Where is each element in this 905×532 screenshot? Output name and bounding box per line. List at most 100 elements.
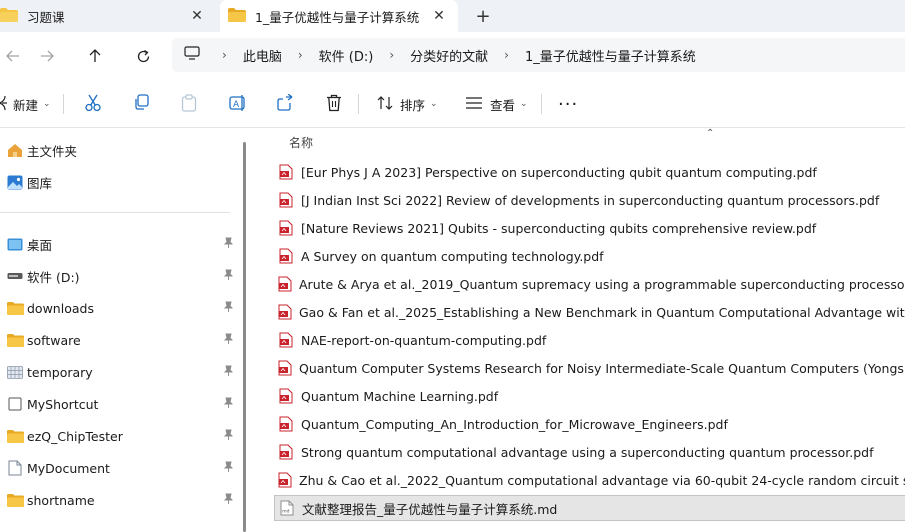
rename-button[interactable]: A <box>229 88 247 120</box>
file-row[interactable]: Gao & Fan et al._2025_Establishing a New… <box>274 299 905 325</box>
sidebar-item-label: 软件 (D:) <box>27 269 80 285</box>
sort-label: 排序 <box>400 97 426 113</box>
breadcrumb-item[interactable]: 分类好的文献 <box>406 46 492 65</box>
address-bar[interactable]: › 此电脑 › 软件 (D:) › 分类好的文献 › 1_量子优越性与量子计算系… <box>172 38 905 72</box>
file-row[interactable]: Strong quantum computational advantage u… <box>274 439 905 465</box>
sidebar-item-drive-d[interactable]: 软件 (D:) <box>0 262 240 290</box>
clipboard-icon <box>181 93 197 115</box>
sidebar-item-label: software <box>27 332 81 348</box>
list-view-icon <box>466 96 482 112</box>
file-row[interactable]: A Survey on quantum computing technology… <box>274 243 905 269</box>
share-icon <box>277 93 295 114</box>
pin-icon[interactable] <box>222 461 234 476</box>
file-name: Quantum Computer Systems Research for No… <box>299 360 905 376</box>
file-name: Gao & Fan et al._2025_Establishing a New… <box>299 304 905 320</box>
file-row[interactable]: Zhu & Cao et al._2022_Quantum computatio… <box>274 467 905 493</box>
sidebar-divider <box>0 212 230 213</box>
sidebar-item-ezq-chiptester[interactable]: ezQ_ChipTester <box>0 422 240 450</box>
refresh-icon[interactable] <box>130 44 156 68</box>
file-row[interactable]: [Nature Reviews 2021] Qubits - supercond… <box>274 215 905 241</box>
new-tab-button[interactable]: + <box>470 4 496 28</box>
file-row[interactable]: NAE-report-on-quantum-computing.pdf <box>274 327 905 353</box>
file-row[interactable]: Quantum_Computing_An_Introduction_for_Mi… <box>274 411 905 437</box>
chevron-right-icon[interactable]: › <box>377 48 406 62</box>
pin-icon[interactable] <box>222 237 234 252</box>
close-icon[interactable]: ✕ <box>428 5 450 27</box>
folder-icon <box>0 7 18 25</box>
file-name: Zhu & Cao et al._2022_Quantum computatio… <box>299 472 905 488</box>
new-label: 新建 <box>13 97 39 113</box>
file-row[interactable]: [Eur Phys J A 2023] Perspective on super… <box>274 159 905 185</box>
share-button[interactable] <box>277 88 295 120</box>
paste-button[interactable] <box>181 88 197 120</box>
pin-icon[interactable] <box>222 333 234 348</box>
plus-circle-icon <box>0 95 10 114</box>
folder-icon <box>4 429 26 443</box>
sidebar-item-shortname[interactable]: shortname <box>0 486 240 514</box>
sidebar-item-software[interactable]: software <box>0 326 240 354</box>
file-row[interactable]: Quantum Computer Systems Research for No… <box>274 355 905 381</box>
pdf-file-icon <box>278 472 292 488</box>
view-button[interactable]: 查看 ⌄ <box>466 88 528 120</box>
chevron-right-icon[interactable]: › <box>286 48 315 62</box>
pin-icon[interactable] <box>222 397 234 412</box>
copy-button[interactable] <box>133 88 150 120</box>
sidebar-item-temporary[interactable]: temporary <box>0 358 240 386</box>
file-name: Arute & Arya et al._2019_Quantum suprema… <box>299 276 905 292</box>
cut-button[interactable] <box>84 88 102 120</box>
pdf-file-icon <box>278 220 294 236</box>
svg-text:A: A <box>233 100 240 110</box>
breadcrumb-item[interactable]: 此电脑 <box>239 46 286 65</box>
computer-icon <box>184 46 200 64</box>
folder-icon <box>4 493 26 507</box>
pdf-file-icon <box>278 388 294 404</box>
document-icon <box>4 460 26 476</box>
markdown-file-icon: md <box>279 500 295 516</box>
sidebar-item-desktop[interactable]: 桌面 <box>0 230 240 258</box>
forward-arrow-icon[interactable] <box>34 44 60 68</box>
sidebar-item-label: shortname <box>27 492 95 508</box>
chevron-right-icon[interactable]: › <box>210 48 239 62</box>
sidebar-item-home[interactable]: 主文件夹 <box>0 136 240 164</box>
file-name: 文献整理报告_量子优越性与量子计算系统.md <box>302 501 558 517</box>
gallery-icon <box>4 175 26 190</box>
file-row[interactable]: Arute & Arya et al._2019_Quantum suprema… <box>274 271 905 297</box>
folder-icon <box>4 301 26 315</box>
pin-icon[interactable] <box>222 269 234 284</box>
navigation-pane: 主文件夹 图库 桌面 软件 (D:) downloads software te… <box>0 128 250 532</box>
pin-icon[interactable] <box>222 493 234 508</box>
new-button[interactable]: 新建 ⌄ <box>0 88 51 120</box>
tab-active[interactable]: 1_量子优越性与量子计算系统 ✕ <box>220 0 458 32</box>
sort-button[interactable]: 排序 ⌄ <box>377 88 438 120</box>
sidebar-scrollbar[interactable] <box>243 142 246 532</box>
sidebar-item-label: downloads <box>27 300 94 316</box>
pdf-file-icon <box>278 164 294 180</box>
file-row[interactable]: [J Indian Inst Sci 2022] Review of devel… <box>274 187 905 213</box>
pin-icon[interactable] <box>222 365 234 380</box>
pdf-file-icon <box>278 248 294 264</box>
sidebar-item-gallery[interactable]: 图库 <box>0 168 240 196</box>
home-icon <box>4 143 26 158</box>
tab-strip: 习题课 ✕ 1_量子优越性与量子计算系统 ✕ + <box>0 0 905 32</box>
pin-icon[interactable] <box>222 301 234 316</box>
breadcrumb-item[interactable]: 软件 (D:) <box>315 46 378 65</box>
sidebar-item-label: 图库 <box>27 175 53 191</box>
sidebar-item-myshortcut[interactable]: MyShortcut <box>0 390 240 418</box>
breadcrumb-item[interactable]: 1_量子优越性与量子计算系统 <box>521 46 700 65</box>
pdf-file-icon <box>278 444 294 460</box>
chevron-right-icon[interactable]: › <box>492 48 521 62</box>
tab-inactive[interactable]: 习题课 ✕ <box>0 0 216 32</box>
up-arrow-icon[interactable] <box>82 44 108 68</box>
file-row[interactable]: md 文献整理报告_量子优越性与量子计算系统.md <box>274 495 905 521</box>
sidebar-item-downloads[interactable]: downloads <box>0 294 240 322</box>
close-icon[interactable]: ✕ <box>186 5 208 27</box>
more-options-icon[interactable]: ··· <box>558 88 578 120</box>
file-row[interactable]: Quantum Machine Learning.pdf <box>274 383 905 409</box>
delete-button[interactable] <box>326 88 342 120</box>
sidebar-item-mydocument[interactable]: MyDocument <box>0 454 240 482</box>
back-arrow-icon[interactable] <box>0 44 26 68</box>
file-name: [Eur Phys J A 2023] Perspective on super… <box>301 164 817 180</box>
sidebar-item-label: MyShortcut <box>27 396 99 412</box>
pin-icon[interactable] <box>222 429 234 444</box>
column-header-name[interactable]: 名称 <box>289 134 313 151</box>
